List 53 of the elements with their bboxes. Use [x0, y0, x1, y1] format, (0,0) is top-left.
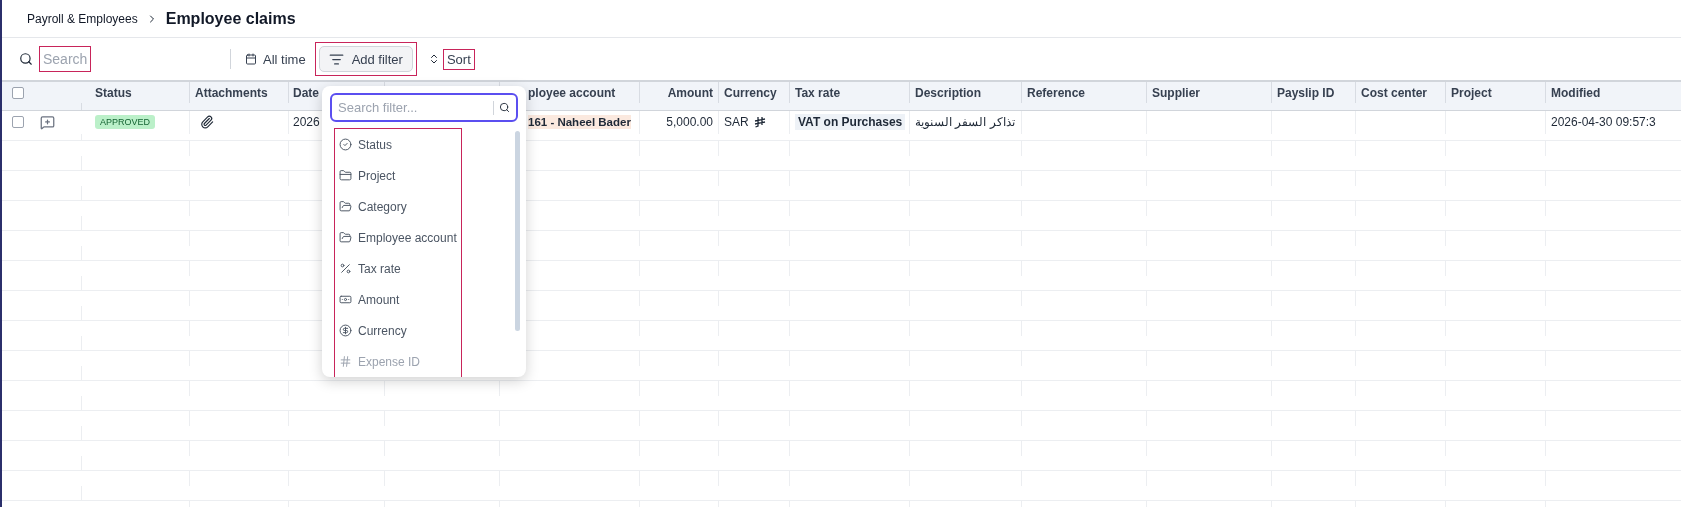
check-circle-icon [339, 138, 352, 151]
column-header[interactable]: ployee account [528, 85, 616, 100]
checkbox[interactable] [12, 86, 24, 99]
status-badge: APPROVED [95, 115, 155, 130]
column-header[interactable]: Attachments [195, 85, 268, 100]
column-header[interactable]: Supplier [1152, 85, 1200, 100]
column-header[interactable]: Reference [1027, 85, 1086, 100]
filter-option[interactable]: Currency [358, 323, 407, 338]
cell-text: 2026-04-30 09:57:3 [1551, 115, 1656, 130]
filter-option[interactable]: Employee account [358, 230, 457, 245]
sort-button[interactable]: Sort [443, 49, 474, 69]
comment-add-icon[interactable] [40, 114, 55, 130]
checkbox[interactable] [12, 116, 24, 129]
scrollbar[interactable] [515, 131, 520, 331]
breadcrumb-link[interactable]: Payroll & Employees [27, 11, 138, 26]
cell-text: 2026 [293, 115, 320, 130]
filter-option[interactable]: Tax rate [358, 261, 401, 276]
filter-option[interactable]: Status [358, 137, 393, 152]
paperclip-icon[interactable] [200, 115, 214, 130]
date-range-button[interactable]: All time [245, 51, 306, 67]
percent-icon [339, 262, 352, 275]
filter-search-field[interactable]: Search filter... [330, 93, 518, 122]
column-header[interactable]: Currency [724, 85, 777, 100]
column-header[interactable]: Status [95, 85, 132, 100]
column-header[interactable]: Tax rate [795, 85, 841, 100]
column-header[interactable]: Cost center [1361, 85, 1428, 100]
currency-text: SAR [724, 115, 749, 130]
column-header[interactable]: Modified [1551, 85, 1601, 100]
column-header[interactable]: Project [1451, 85, 1492, 100]
filter-icon [328, 51, 344, 67]
filter-option[interactable]: Amount [358, 292, 400, 307]
column-header[interactable]: Payslip ID [1277, 85, 1335, 100]
tax-rate-tag: VAT on Purchases [795, 114, 906, 131]
filter-option[interactable]: Project [358, 168, 396, 183]
hash-icon [339, 355, 352, 368]
folder-icon [339, 169, 352, 182]
folder-icon [339, 231, 352, 244]
account-tag: 161 - Naheel Bader [528, 115, 631, 130]
filter-option[interactable]: Category [358, 199, 407, 214]
search-icon [19, 52, 33, 66]
dollar-circle-icon [339, 324, 352, 337]
folder-icon [339, 200, 352, 213]
cell-text: 5,000.00 [666, 115, 713, 130]
page-title: Employee claims [165, 9, 296, 28]
column-header[interactable]: Date [293, 85, 319, 100]
calendar-icon [245, 53, 257, 65]
search-icon [499, 102, 510, 113]
add-filter-button[interactable]: Add filter [318, 46, 413, 72]
riyal-sign-icon [753, 116, 766, 129]
banknote-icon [339, 293, 352, 306]
column-header[interactable]: Amount [667, 85, 713, 100]
column-header[interactable]: Description [915, 85, 981, 100]
cell-text: تذاكر السفر السنوية [915, 115, 1015, 130]
